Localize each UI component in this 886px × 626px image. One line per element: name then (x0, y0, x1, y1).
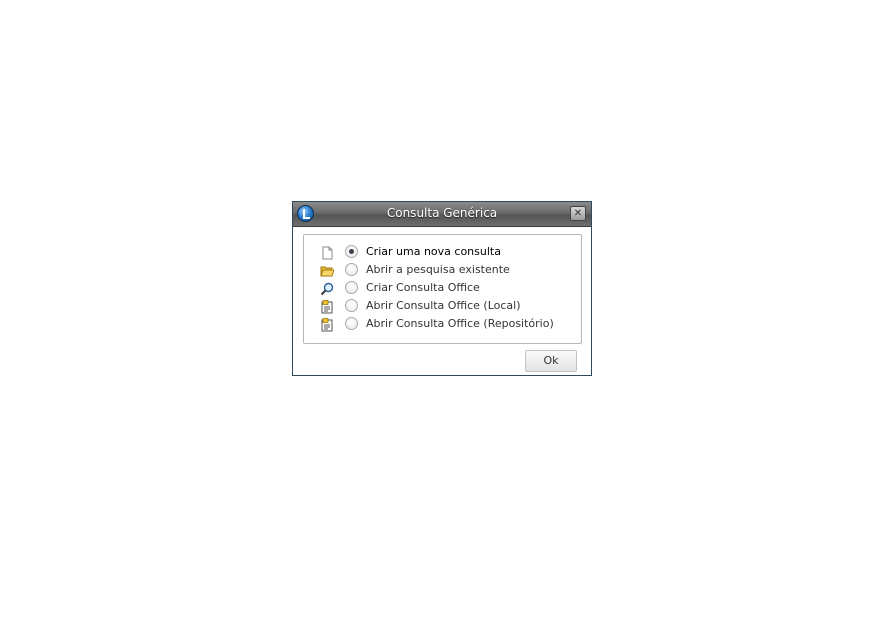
option-abrir-pesquisa-existente[interactable]: Abrir a pesquisa existente (304, 261, 574, 279)
option-label: Abrir Consulta Office (Repositório) (366, 317, 554, 330)
radio-criar-consulta-office[interactable] (345, 281, 358, 294)
open-folder-icon (320, 263, 335, 277)
radio-criar-nova-consulta[interactable] (345, 245, 358, 258)
radio-abrir-consulta-office-repositorio[interactable] (345, 317, 358, 330)
magnifier-icon (320, 281, 334, 296)
option-criar-nova-consulta[interactable]: Criar uma nova consulta (304, 243, 574, 261)
option-abrir-consulta-office-local[interactable]: Abrir Consulta Office (Local) (304, 297, 574, 315)
radio-abrir-consulta-office-local[interactable] (345, 299, 358, 312)
dialog-titlebar[interactable]: Consulta Genérica ✕ (293, 202, 591, 227)
consulta-generica-dialog: Consulta Genérica ✕ Criar uma nova consu… (292, 201, 592, 376)
options-panel: Criar uma nova consulta Abrir a pesquisa… (303, 234, 582, 344)
option-criar-consulta-office[interactable]: Criar Consulta Office (304, 279, 574, 297)
office-document-icon (320, 299, 334, 314)
blank-document-icon (320, 245, 334, 260)
ok-button[interactable]: Ok (525, 350, 577, 372)
office-document-icon (320, 317, 334, 332)
option-label: Abrir a pesquisa existente (366, 263, 510, 276)
option-label: Abrir Consulta Office (Local) (366, 299, 521, 312)
option-label: Criar Consulta Office (366, 281, 480, 294)
close-button[interactable]: ✕ (570, 206, 586, 221)
dialog-title: Consulta Genérica (386, 206, 498, 220)
option-label: Criar uma nova consulta (366, 245, 501, 258)
radio-abrir-pesquisa-existente[interactable] (345, 263, 358, 276)
option-abrir-consulta-office-repositorio[interactable]: Abrir Consulta Office (Repositório) (304, 315, 574, 333)
